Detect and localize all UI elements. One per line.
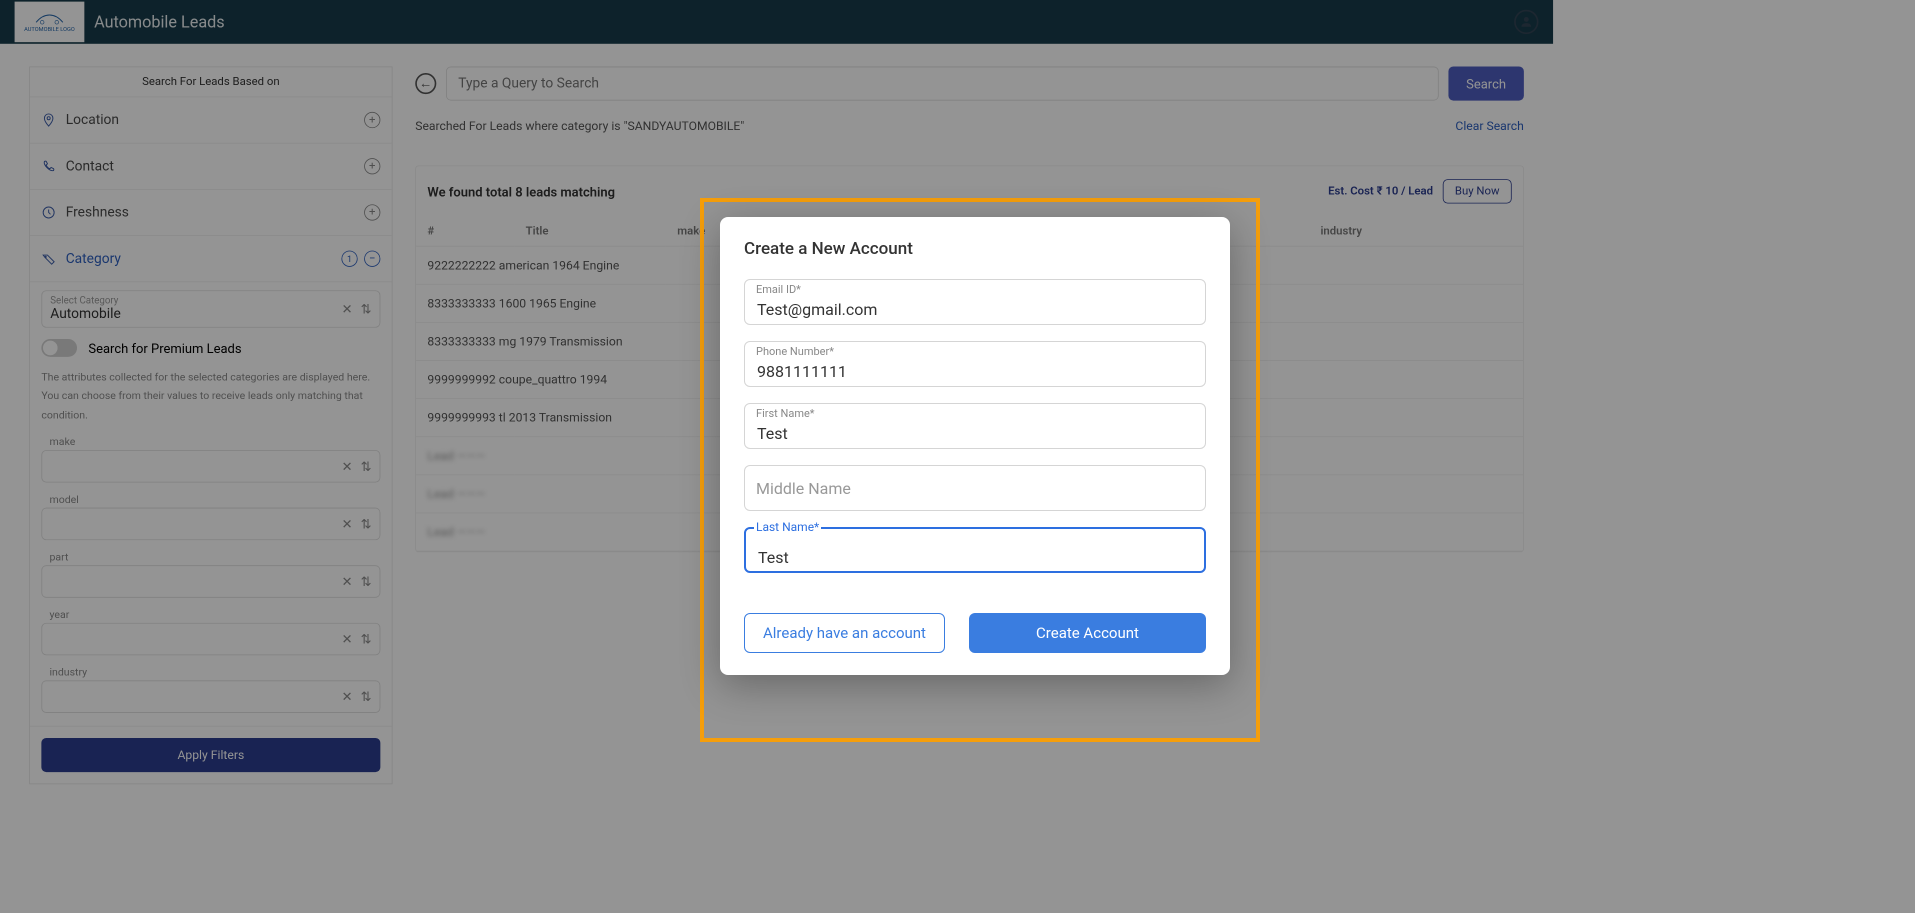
middle-name-label: Middle Name [754,479,853,498]
already-have-account-button[interactable]: Already have an account [744,613,945,653]
email-label: Email ID* [754,283,803,296]
last-name-field-wrap: Last Name* [744,527,1206,573]
modal-title: Create a New Account [744,239,1206,259]
first-name-label: First Name* [754,407,817,420]
create-account-modal: Create a New Account Email ID* Phone Num… [720,217,1230,675]
create-account-button[interactable]: Create Account [969,613,1206,653]
email-field-wrap: Email ID* [744,279,1206,325]
middle-name-field-wrap: Middle Name [744,465,1206,511]
first-name-field-wrap: First Name* [744,403,1206,449]
email-field[interactable] [744,279,1206,325]
phone-field-wrap: Phone Number* [744,341,1206,387]
phone-label: Phone Number* [754,345,836,358]
last-name-label: Last Name* [754,520,821,534]
